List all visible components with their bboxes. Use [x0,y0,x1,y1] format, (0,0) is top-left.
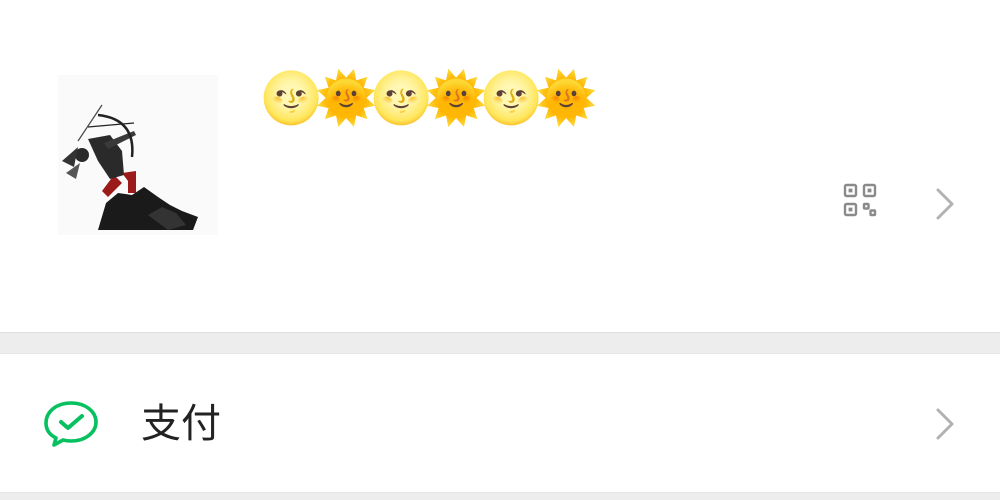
archer-avatar-icon [58,75,218,235]
sun-face-icon: 🌞 [425,69,488,127]
section-separator [0,492,1000,500]
qr-code-icon[interactable] [843,183,877,217]
profile-header[interactable]: 🌝 🌞 🌝 🌞 🌝 🌞 [0,0,1000,332]
chevron-right-icon [934,407,956,441]
full-moon-face-icon: 🌝 [370,69,433,127]
sun-face-icon: 🌞 [315,69,378,127]
full-moon-face-icon: 🌝 [480,69,543,127]
chevron-right-icon[interactable] [934,187,956,221]
menu-item-pay[interactable]: 支付 [0,354,1000,492]
sun-face-icon: 🌞 [535,69,598,127]
nickname: 🌝 🌞 🌝 🌞 🌝 🌞 [260,68,598,128]
wechat-pay-icon [42,400,100,448]
menu-item-label: 支付 [141,401,221,447]
section-separator [0,332,1000,354]
avatar[interactable] [58,75,218,235]
full-moon-face-icon: 🌝 [260,69,323,127]
